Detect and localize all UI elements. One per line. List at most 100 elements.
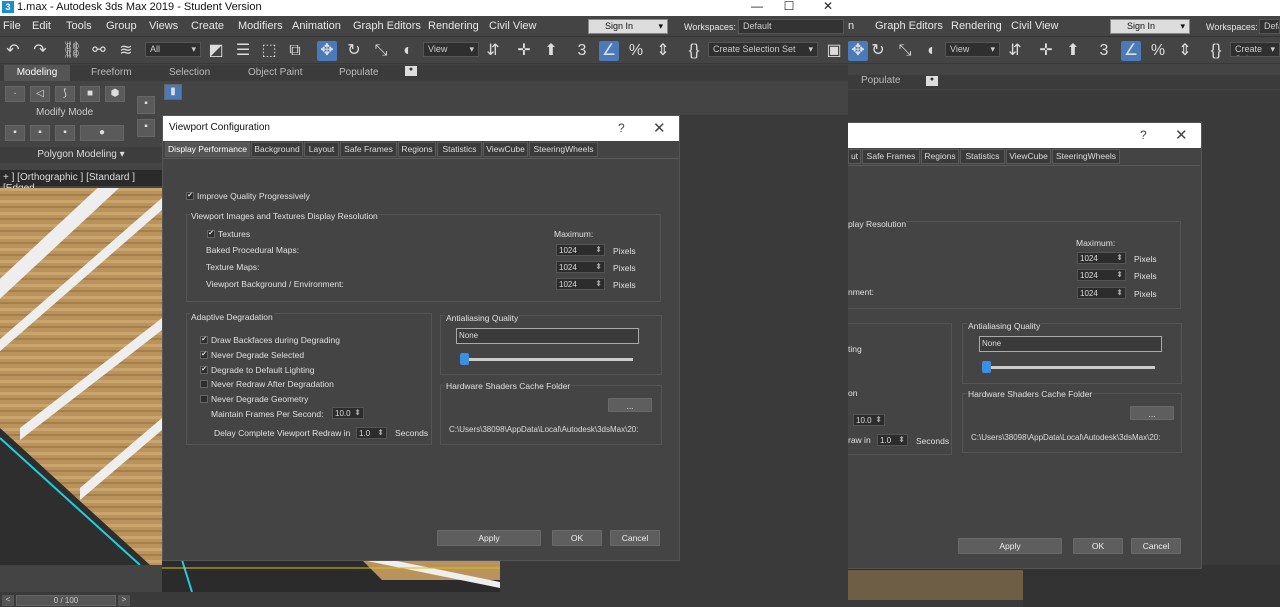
ribbon-toggle-icon[interactable]: ● <box>405 66 417 76</box>
viewport[interactable] <box>0 188 162 565</box>
tab-steeringwheels-2[interactable]: SteeringWheels <box>1052 149 1120 164</box>
timeline-prev-icon[interactable]: < <box>2 595 14 606</box>
textures-checkbox[interactable]: ✔ <box>207 230 215 238</box>
menu-views[interactable]: Views <box>149 20 178 32</box>
menu-animation[interactable]: Animation <box>292 20 341 32</box>
sign-in-dropdown[interactable]: Sign In <box>588 19 668 34</box>
edit-named-selection-icon[interactable]: {} <box>684 41 704 61</box>
antialiasing-slider-2[interactable] <box>982 366 1155 369</box>
rotate-icon[interactable]: ↻ <box>344 41 364 61</box>
rotate-icon-2[interactable]: ↻ <box>868 41 888 61</box>
unlink-icon[interactable]: ⚯ <box>89 41 109 61</box>
edge-mode-icon[interactable]: ◁ <box>30 86 50 102</box>
snaps-toggle-icon[interactable]: 3 <box>572 41 592 61</box>
maximize-button[interactable]: ☐ <box>774 0 804 14</box>
border-mode-icon[interactable]: ⟆ <box>55 86 75 102</box>
minimize-button[interactable]: — <box>742 0 772 14</box>
ok-button-2[interactable]: OK <box>1073 538 1123 554</box>
reference-coord-dropdown[interactable]: View <box>423 42 479 57</box>
percent-snap-icon[interactable]: % <box>626 41 646 61</box>
place-icon-2[interactable]: ◐ <box>922 41 942 61</box>
res-spinner-2a[interactable]: 1024 <box>1077 252 1126 264</box>
percent-snap-icon-2[interactable]: % <box>1148 41 1168 61</box>
undo-icon[interactable]: ↶ <box>3 41 23 61</box>
side-tool-1-icon[interactable]: ▪ <box>137 96 155 114</box>
tab-viewcube[interactable]: ViewCube <box>483 142 528 157</box>
cancel-button[interactable]: Cancel <box>610 530 660 546</box>
menu-edit[interactable]: Edit <box>32 20 51 32</box>
fps-spinner-2[interactable]: 10.0 <box>853 414 885 426</box>
dialog-close-button[interactable]: ✕ <box>653 119 666 137</box>
window-crossing-icon[interactable]: ⧉ <box>285 41 305 61</box>
menu-graph-editors[interactable]: Graph Editors <box>353 20 421 32</box>
link-icon[interactable]: ⛓ <box>62 41 82 61</box>
spinner-snap-icon[interactable]: ⇕ <box>653 41 673 61</box>
tab-object-paint[interactable]: Object Paint <box>248 67 302 78</box>
create-selection-set-dropdown-2[interactable]: Create Sele <box>1230 42 1280 57</box>
vertex-mode-icon[interactable]: · <box>5 86 25 102</box>
never-redraw-checkbox[interactable] <box>200 380 208 388</box>
workspaces-dropdown[interactable]: Default <box>738 19 844 34</box>
menu-create[interactable]: Create <box>191 20 224 32</box>
tab-background[interactable]: Background <box>251 142 303 157</box>
ribbon-tool-4-icon[interactable]: ● <box>80 125 124 141</box>
tab-modeling[interactable]: Modeling <box>4 65 70 81</box>
select-by-name-icon[interactable]: ☰ <box>233 41 253 61</box>
menu-tools[interactable]: Tools <box>66 20 92 32</box>
tab-selection[interactable]: Selection <box>169 67 210 78</box>
move-icon-2[interactable]: ✥ <box>848 41 868 61</box>
draw-backfaces-checkbox[interactable]: ✔ <box>200 336 208 344</box>
ribbon-tool-2-icon[interactable]: ▪ <box>30 125 50 141</box>
workspaces-dropdown-2[interactable]: Defa <box>1259 19 1280 34</box>
tab-steeringwheels[interactable]: SteeringWheels <box>529 142 598 157</box>
browse-cache-button-2[interactable]: ... <box>1130 406 1174 420</box>
tab-regions[interactable]: Regions <box>398 142 436 157</box>
delay-spinner[interactable]: 1.0 <box>356 427 387 439</box>
viewport-bg-spinner[interactable]: 1024 <box>556 278 605 290</box>
menu-group[interactable]: Group <box>106 20 137 32</box>
keyboard-shortcut-icon-2[interactable]: ⬆ <box>1063 41 1083 61</box>
polygon-mode-icon[interactable]: ■ <box>80 86 100 102</box>
improve-quality-checkbox[interactable]: ✔ <box>186 192 194 200</box>
timeline-next-icon[interactable]: > <box>118 595 130 606</box>
res-spinner-2c[interactable]: 1024 <box>1077 287 1126 299</box>
reference-coord-dropdown-2[interactable]: View <box>945 42 1000 57</box>
ribbon-pin-icon[interactable]: ▮ <box>164 84 182 100</box>
viewport-label[interactable]: + ] [Orthographic ] [Standard ] [Edged <box>0 170 162 194</box>
select-manipulate-icon-2[interactable]: ✛ <box>1036 41 1056 61</box>
baked-maps-spinner[interactable]: 1024 <box>556 244 605 256</box>
menu-graph-editors-2[interactable]: Graph Editors <box>875 20 943 32</box>
tab-display-performance[interactable]: Display Performance <box>165 142 250 157</box>
snaps-toggle-icon-2[interactable]: 3 <box>1094 41 1114 61</box>
bind-space-warp-icon[interactable]: ≋ <box>116 41 136 61</box>
place-icon[interactable]: ◐ <box>398 41 418 61</box>
scale-icon[interactable]: ⤡ <box>371 41 391 61</box>
pivot-center-icon-2[interactable]: ⇵ <box>1005 41 1025 61</box>
apply-button-2[interactable]: Apply <box>958 538 1062 554</box>
close-button[interactable]: ✕ <box>813 0 843 14</box>
select-manipulate-icon[interactable]: ✛ <box>514 41 534 61</box>
mirror-icon[interactable]: ▣ <box>824 41 844 61</box>
move-icon[interactable]: ✥ <box>317 41 337 61</box>
sign-in-dropdown-2[interactable]: Sign In <box>1110 19 1190 34</box>
rect-selection-icon[interactable]: ⬚ <box>259 41 279 61</box>
fps-spinner[interactable]: 10.0 <box>332 407 364 419</box>
cancel-button-2[interactable]: Cancel <box>1131 538 1181 554</box>
ok-button[interactable]: OK <box>552 530 602 546</box>
keyboard-shortcut-icon[interactable]: ⬆ <box>541 41 561 61</box>
help-button-2[interactable]: ? <box>1140 128 1147 142</box>
ribbon-tool-1-icon[interactable]: ▪ <box>5 125 25 141</box>
antialiasing-slider-thumb[interactable] <box>460 353 469 365</box>
edit-named-selection-icon-2[interactable]: {} <box>1206 41 1226 61</box>
selection-filter-dropdown[interactable]: All <box>145 42 201 57</box>
tab-freeform[interactable]: Freeform <box>91 67 132 78</box>
tab-populate[interactable]: Populate <box>339 67 378 78</box>
tab-viewcube-2[interactable]: ViewCube <box>1006 149 1051 164</box>
delay-spinner-2[interactable]: 1.0 <box>877 434 908 446</box>
time-slider[interactable]: 0 / 100 <box>16 595 116 606</box>
apply-button[interactable]: Apply <box>437 530 541 546</box>
scale-icon-2[interactable]: ⤡ <box>895 41 915 61</box>
tab-statistics-2[interactable]: Statistics <box>960 149 1005 164</box>
tab-statistics[interactable]: Statistics <box>437 142 482 157</box>
pivot-center-icon[interactable]: ⇵ <box>483 41 503 61</box>
